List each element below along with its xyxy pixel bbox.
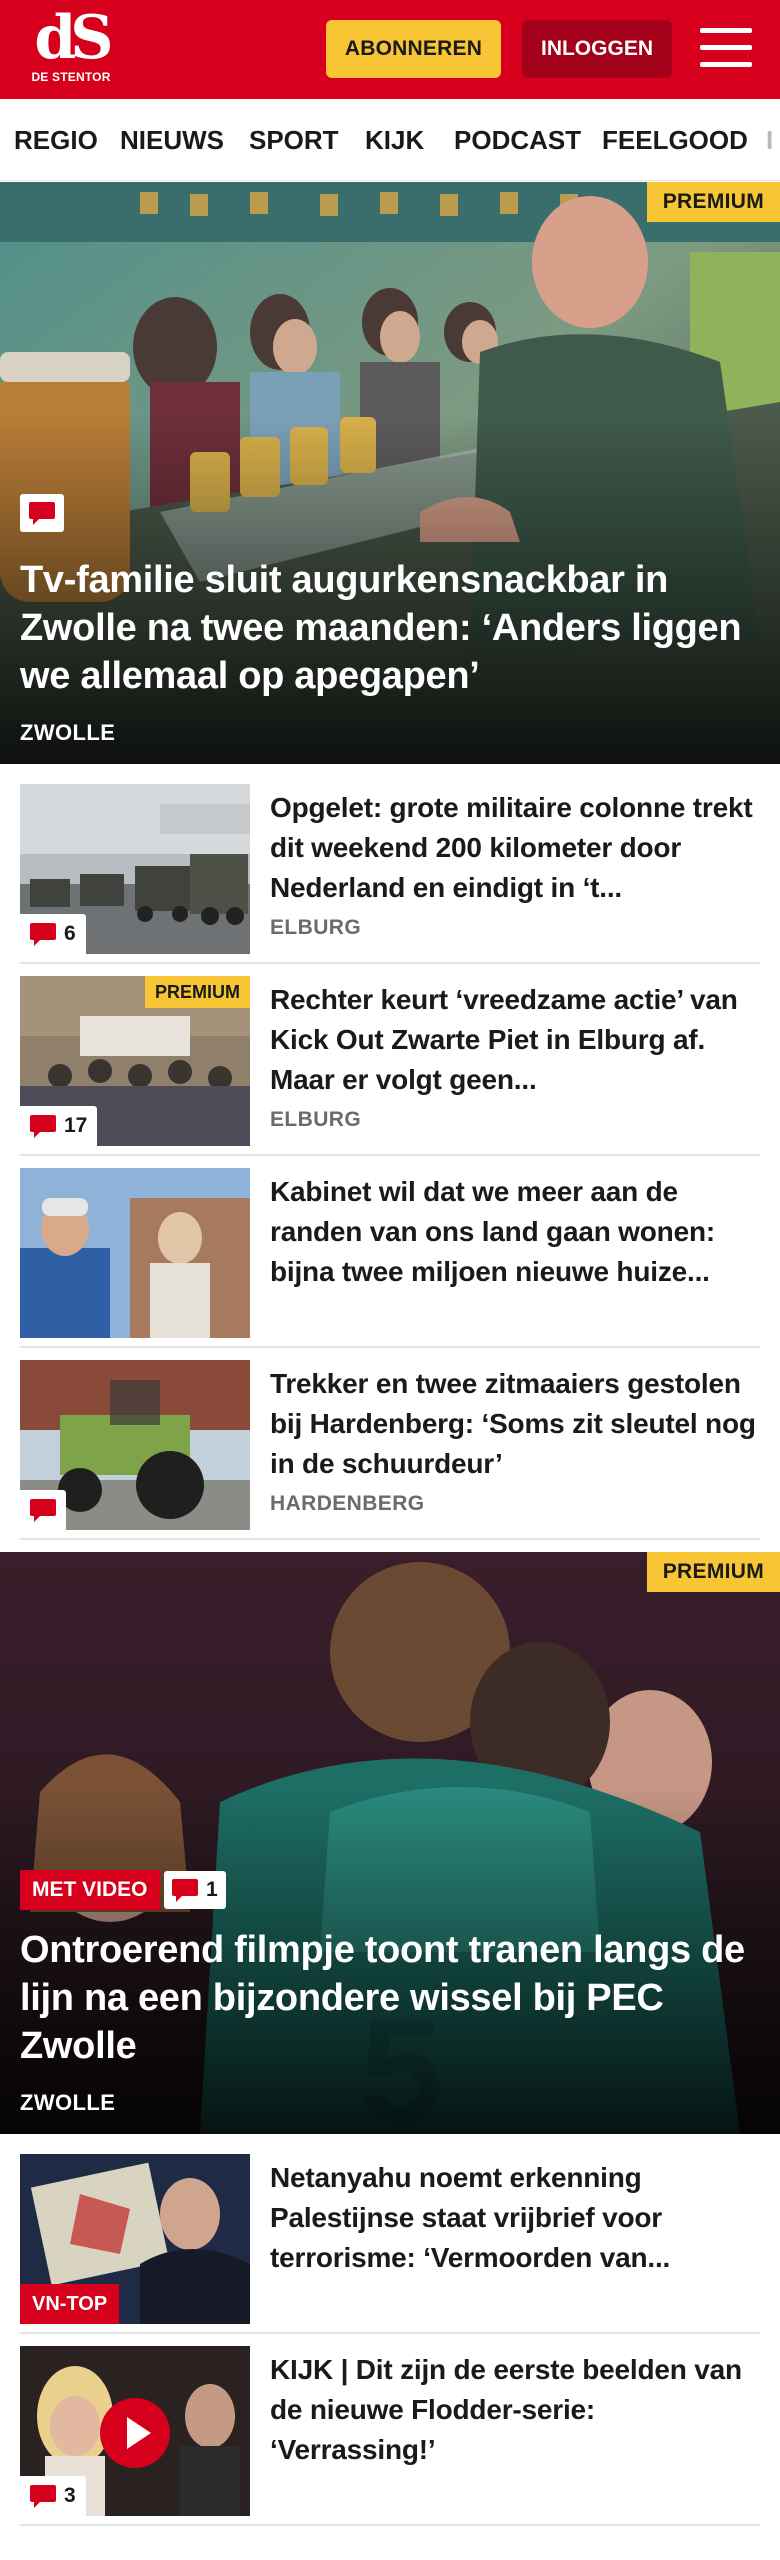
hero-title[interactable]: Ontroerend filmpje toont tranen langs de… [20, 1926, 760, 2070]
thumbnail-tractor [20, 1360, 250, 1530]
hero-location: ZWOLLE [20, 720, 116, 745]
comment-count-badge: 17 [20, 1106, 98, 1146]
hero-article-augurken[interactable]: PREMIUM Tv-familie sluit augurkensnackba… [0, 182, 780, 764]
top-bar: dS DE STENTOR ABONNEREN INLOGGEN [0, 0, 780, 99]
logo-subtitle: DE STENTOR [31, 70, 111, 84]
hero-title[interactable]: Tv-familie sluit augurkensnackbar in Zwo… [20, 556, 760, 700]
thumbnail-military-colonne: 6 [20, 784, 250, 954]
premium-badge: PREMIUM [646, 182, 780, 222]
logo-mark: dS [34, 3, 113, 73]
premium-badge: PREMIUM [646, 1552, 780, 1592]
nav-item-sport[interactable]: SPORT [249, 99, 339, 180]
article-title[interactable]: Rechter keurt ‘vreedzame actie’ van Kick… [270, 980, 760, 1100]
login-button[interactable]: INLOGGEN [522, 20, 672, 78]
premium-badge: PREMIUM [145, 976, 250, 1008]
list-item[interactable]: PREMIUM 17 Rechter keurt ‘vreedzame acti… [20, 976, 760, 1156]
list-item[interactable]: 3 KIJK | Dit zijn de eerste beelden van … [20, 2346, 760, 2526]
nav-item-podcast[interactable]: PODCAST [454, 99, 581, 180]
article-title[interactable]: Opgelet: grote militaire colonne trekt d… [270, 788, 760, 908]
article-location: ELBURG [270, 916, 362, 939]
comment-icon [20, 1490, 66, 1530]
play-icon[interactable] [100, 2398, 170, 2468]
thumbnail-kozp-protest: PREMIUM 17 [20, 976, 250, 1146]
article-location: HARDENBERG [270, 1492, 425, 1515]
list-item[interactable]: VN-TOP Netanyahu noemt erkenning Palesti… [20, 2154, 760, 2334]
hero-location: ZWOLLE [20, 2090, 116, 2115]
list-item[interactable]: 6 Opgelet: grote militaire colonne trekt… [20, 784, 760, 964]
list-item[interactable]: Kabinet wil dat we meer aan de randen va… [20, 1168, 760, 1348]
nav-item-kijk[interactable]: KIJK [365, 99, 424, 180]
hamburger-menu-icon[interactable] [700, 26, 752, 70]
article-title[interactable]: Kabinet wil dat we meer aan de randen va… [270, 1172, 760, 1292]
article-title[interactable]: Trekker en twee zitmaaiers gestolen bij … [270, 1364, 760, 1484]
nav-item-regio[interactable]: REGIO [14, 99, 98, 180]
de-stentor-logo[interactable]: dS DE STENTOR [28, 3, 114, 90]
section-nav: REGIO NIEUWS SPORT KIJK PODCAST FEELGOOD… [0, 99, 780, 181]
video-badge: MET VIDEO [20, 1870, 160, 1910]
nav-item-nieuws[interactable]: NIEUWS [120, 99, 224, 180]
comment-count-badge: 1 [164, 1871, 226, 1909]
thumbnail-kabinet-wonen [20, 1168, 250, 1338]
article-title[interactable]: Netanyahu noemt erkenning Palestijnse st… [270, 2158, 760, 2278]
comment-count-badge: 6 [20, 914, 86, 954]
list-item[interactable]: Trekker en twee zitmaaiers gestolen bij … [20, 1360, 760, 1540]
article-location: ELBURG [270, 1108, 362, 1131]
subscribe-button[interactable]: ABONNEREN [326, 20, 501, 78]
thumbnail-flodder: 3 [20, 2346, 250, 2516]
nav-item-feelgood[interactable]: FEELGOOD [602, 99, 748, 180]
article-title[interactable]: KIJK | Dit zijn de eerste beelden van de… [270, 2350, 760, 2470]
thumbnail-netanyahu: VN-TOP [20, 2154, 250, 2324]
comment-icon [20, 494, 64, 532]
hero-article-pec-zwolle[interactable]: 5 PREMIUM MET VIDEO 1 Ontroerend filmpje… [0, 1552, 780, 2134]
comment-count-badge: 3 [20, 2476, 86, 2516]
nav-item-more[interactable]: I [766, 99, 773, 180]
vn-top-tag: VN-TOP [20, 2284, 120, 2324]
